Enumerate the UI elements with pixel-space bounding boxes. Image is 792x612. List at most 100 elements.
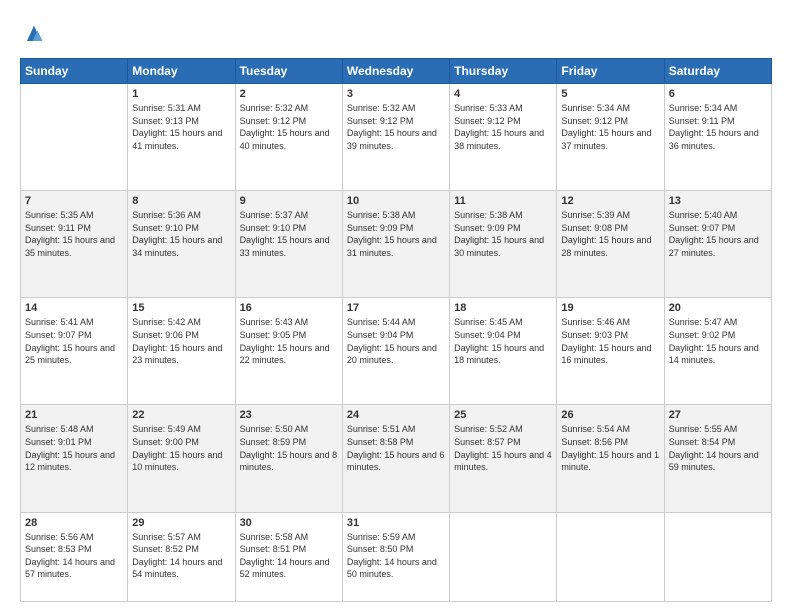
cell-content: Sunrise: 5:32 AMSunset: 9:12 PMDaylight:… <box>240 102 338 152</box>
calendar-header-saturday: Saturday <box>664 59 771 84</box>
calendar-cell: 3Sunrise: 5:32 AMSunset: 9:12 PMDaylight… <box>342 84 449 191</box>
calendar-cell <box>557 512 664 601</box>
day-number: 10 <box>347 195 445 207</box>
calendar-cell: 16Sunrise: 5:43 AMSunset: 9:05 PMDayligh… <box>235 298 342 405</box>
calendar-header-monday: Monday <box>128 59 235 84</box>
calendar-cell: 20 Sunrise: 5:47 AMSunset: 9:02 PMDayligh… <box>664 298 771 405</box>
day-number: 4 <box>454 88 552 100</box>
day-number: 20 <box>669 302 767 314</box>
calendar-cell: 19 Sunrise: 5:46 AMSunset: 9:03 PMDayligh… <box>557 298 664 405</box>
cell-content: Sunrise: 5:54 AMSunset: 8:56 PMDaylight:… <box>561 423 659 473</box>
cell-content: Sunrise: 5:36 AMSunset: 9:10 PMDaylight:… <box>132 209 230 259</box>
calendar-cell: 29 Sunrise: 5:57 AMSunset: 8:52 PMDayligh… <box>128 512 235 601</box>
calendar-row-1: 7 Sunrise: 5:35 AMSunset: 9:11 PMDaylight… <box>21 191 772 298</box>
day-number: 2 <box>240 88 338 100</box>
calendar-row-2: 14 Sunrise: 5:41 AMSunset: 9:07 PMDayligh… <box>21 298 772 405</box>
day-number: 6 <box>669 88 767 100</box>
calendar-cell <box>664 512 771 601</box>
day-number: 25 <box>454 409 552 421</box>
cell-content: Sunrise: 5:37 AMSunset: 9:10 PMDaylight:… <box>240 209 338 259</box>
calendar-cell: 24 Sunrise: 5:51 AMSunset: 8:58 PMDayligh… <box>342 405 449 512</box>
calendar-cell: 12 Sunrise: 5:39 AMSunset: 9:08 PMDayligh… <box>557 191 664 298</box>
cell-content: Sunrise: 5:34 AMSunset: 9:12 PMDaylight:… <box>561 102 659 152</box>
cell-content: Sunrise: 5:48 AMSunset: 9:01 PMDaylight:… <box>25 423 123 473</box>
day-number: 3 <box>347 88 445 100</box>
day-number: 24 <box>347 409 445 421</box>
calendar-header-row: SundayMondayTuesdayWednesdayThursdayFrid… <box>21 59 772 84</box>
day-number: 7 <box>25 195 123 207</box>
cell-content: Sunrise: 5:40 AMSunset: 9:07 PMDaylight:… <box>669 209 767 259</box>
calendar-header-sunday: Sunday <box>21 59 128 84</box>
cell-content: Sunrise: 5:51 AMSunset: 8:58 PMDaylight:… <box>347 423 445 473</box>
calendar-cell: 28Sunrise: 5:56 AMSunset: 8:53 PMDayligh… <box>21 512 128 601</box>
calendar-cell: 10 Sunrise: 5:38 AMSunset: 9:09 PMDayligh… <box>342 191 449 298</box>
calendar-table: SundayMondayTuesdayWednesdayThursdayFrid… <box>20 58 772 602</box>
day-number: 23 <box>240 409 338 421</box>
calendar-cell: 7 Sunrise: 5:35 AMSunset: 9:11 PMDaylight… <box>21 191 128 298</box>
calendar-header-tuesday: Tuesday <box>235 59 342 84</box>
page: SundayMondayTuesdayWednesdayThursdayFrid… <box>0 0 792 612</box>
cell-content: Sunrise: 5:41 AMSunset: 9:07 PMDaylight:… <box>25 316 123 366</box>
day-number: 31 <box>347 517 445 529</box>
day-number: 9 <box>240 195 338 207</box>
day-number: 26 <box>561 409 659 421</box>
cell-content: Sunrise: 5:49 AMSunset: 9:00 PMDaylight:… <box>132 423 230 473</box>
logo-icon <box>20 20 48 48</box>
calendar-cell: 26 Sunrise: 5:54 AMSunset: 8:56 PMDayligh… <box>557 405 664 512</box>
day-number: 8 <box>132 195 230 207</box>
day-number: 11 <box>454 195 552 207</box>
day-number: 12 <box>561 195 659 207</box>
day-number: 19 <box>561 302 659 314</box>
cell-content: Sunrise: 5:58 AMSunset: 8:51 PMDaylight:… <box>240 531 338 581</box>
cell-content: Sunrise: 5:44 AMSunset: 9:04 PMDaylight:… <box>347 316 445 366</box>
header <box>20 20 772 48</box>
cell-content: Sunrise: 5:52 AMSunset: 8:57 PMDaylight:… <box>454 423 552 473</box>
calendar-cell: 8 Sunrise: 5:36 AMSunset: 9:10 PMDaylight… <box>128 191 235 298</box>
day-number: 28 <box>25 517 123 529</box>
cell-content: Sunrise: 5:57 AMSunset: 8:52 PMDaylight:… <box>132 531 230 581</box>
calendar-cell: 9 Sunrise: 5:37 AMSunset: 9:10 PMDaylight… <box>235 191 342 298</box>
calendar-cell: 5Sunrise: 5:34 AMSunset: 9:12 PMDaylight… <box>557 84 664 191</box>
calendar-row-4: 28Sunrise: 5:56 AMSunset: 8:53 PMDayligh… <box>21 512 772 601</box>
calendar-cell: 1 Sunrise: 5:31 AMSunset: 9:13 PMDaylight… <box>128 84 235 191</box>
cell-content: Sunrise: 5:50 AMSunset: 8:59 PMDaylight:… <box>240 423 338 473</box>
calendar-cell <box>21 84 128 191</box>
calendar-row-0: 1 Sunrise: 5:31 AMSunset: 9:13 PMDaylight… <box>21 84 772 191</box>
cell-content: Sunrise: 5:55 AMSunset: 8:54 PMDaylight:… <box>669 423 767 473</box>
day-number: 14 <box>25 302 123 314</box>
day-number: 15 <box>132 302 230 314</box>
calendar-row-3: 21 Sunrise: 5:48 AMSunset: 9:01 PMDayligh… <box>21 405 772 512</box>
cell-content: Sunrise: 5:46 AMSunset: 9:03 PMDaylight:… <box>561 316 659 366</box>
calendar-cell: 14 Sunrise: 5:41 AMSunset: 9:07 PMDayligh… <box>21 298 128 405</box>
cell-content: Sunrise: 5:35 AMSunset: 9:11 PMDaylight:… <box>25 209 123 259</box>
cell-content: Sunrise: 5:38 AMSunset: 9:09 PMDaylight:… <box>454 209 552 259</box>
cell-content: Sunrise: 5:42 AMSunset: 9:06 PMDaylight:… <box>132 316 230 366</box>
calendar-cell <box>450 512 557 601</box>
cell-content: Sunrise: 5:38 AMSunset: 9:09 PMDaylight:… <box>347 209 445 259</box>
calendar-header-thursday: Thursday <box>450 59 557 84</box>
day-number: 30 <box>240 517 338 529</box>
cell-content: Sunrise: 5:31 AMSunset: 9:13 PMDaylight:… <box>132 102 230 152</box>
calendar-cell: 13Sunrise: 5:40 AMSunset: 9:07 PMDayligh… <box>664 191 771 298</box>
cell-content: Sunrise: 5:47 AMSunset: 9:02 PMDaylight:… <box>669 316 767 366</box>
day-number: 16 <box>240 302 338 314</box>
calendar-cell: 4 Sunrise: 5:33 AMSunset: 9:12 PMDaylight… <box>450 84 557 191</box>
day-number: 27 <box>669 409 767 421</box>
day-number: 1 <box>132 88 230 100</box>
cell-content: Sunrise: 5:39 AMSunset: 9:08 PMDaylight:… <box>561 209 659 259</box>
calendar-cell: 23 Sunrise: 5:50 AMSunset: 8:59 PMDayligh… <box>235 405 342 512</box>
cell-content: Sunrise: 5:34 AMSunset: 9:11 PMDaylight:… <box>669 102 767 152</box>
day-number: 29 <box>132 517 230 529</box>
cell-content: Sunrise: 5:45 AMSunset: 9:04 PMDaylight:… <box>454 316 552 366</box>
calendar-header-wednesday: Wednesday <box>342 59 449 84</box>
calendar-cell: 2 Sunrise: 5:32 AMSunset: 9:12 PMDaylight… <box>235 84 342 191</box>
day-number: 18 <box>454 302 552 314</box>
day-number: 17 <box>347 302 445 314</box>
calendar-cell: 30 Sunrise: 5:58 AMSunset: 8:51 PMDayligh… <box>235 512 342 601</box>
cell-content: Sunrise: 5:59 AMSunset: 8:50 PMDaylight:… <box>347 531 445 581</box>
calendar-cell: 22Sunrise: 5:49 AMSunset: 9:00 PMDayligh… <box>128 405 235 512</box>
calendar-cell: 25 Sunrise: 5:52 AMSunset: 8:57 PMDayligh… <box>450 405 557 512</box>
day-number: 21 <box>25 409 123 421</box>
calendar-cell: 27 Sunrise: 5:55 AMSunset: 8:54 PMDayligh… <box>664 405 771 512</box>
cell-content: Sunrise: 5:33 AMSunset: 9:12 PMDaylight:… <box>454 102 552 152</box>
